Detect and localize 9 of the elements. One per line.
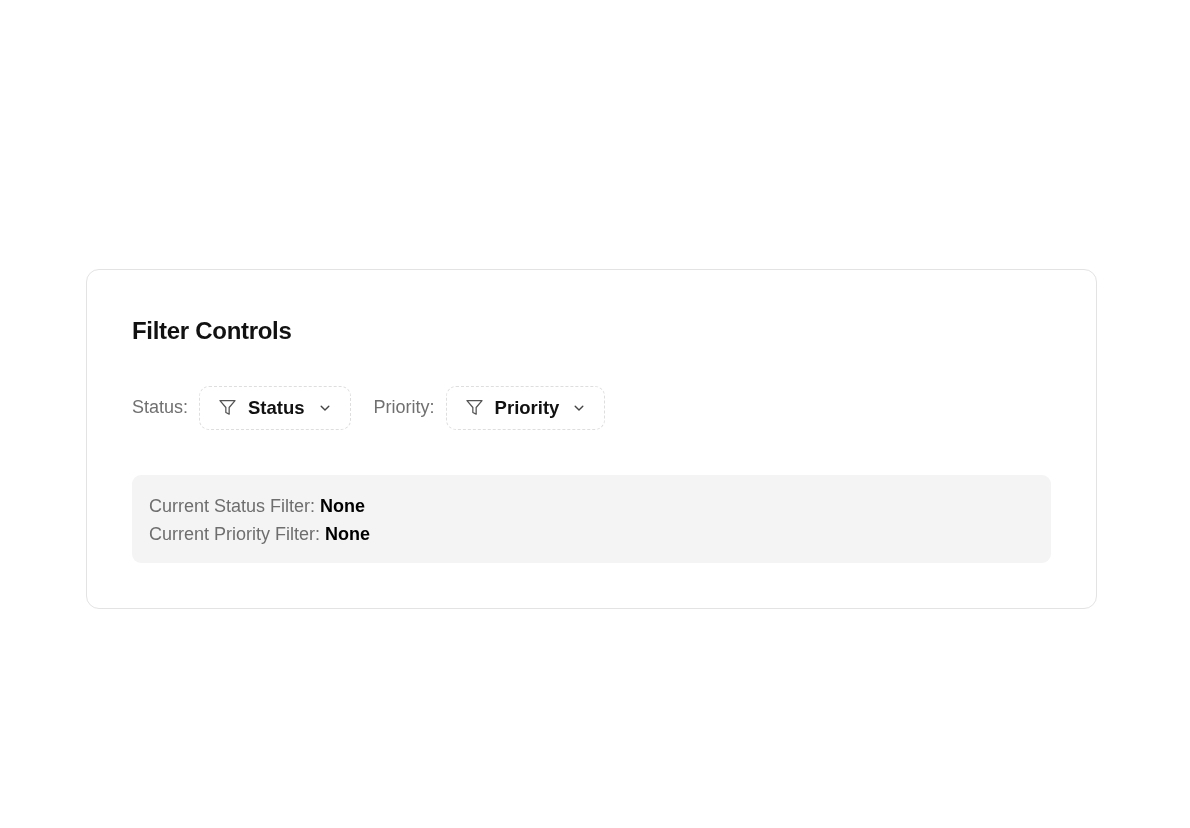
filter-label: Priority: bbox=[373, 396, 435, 420]
filter-summary-text: Current Status Filter: None bbox=[149, 494, 367, 518]
card-title: Filter Controls bbox=[132, 317, 293, 346]
filter-summary-text: Current Priority Filter: None bbox=[149, 522, 372, 546]
funnel-icon bbox=[464, 398, 484, 418]
filter-dropdown-button[interactable]: Priority bbox=[445, 385, 606, 430]
filter-label: Status: bbox=[132, 396, 189, 420]
filter-dropdown-button[interactable]: Status bbox=[199, 385, 351, 430]
funnel-icon bbox=[218, 398, 238, 418]
